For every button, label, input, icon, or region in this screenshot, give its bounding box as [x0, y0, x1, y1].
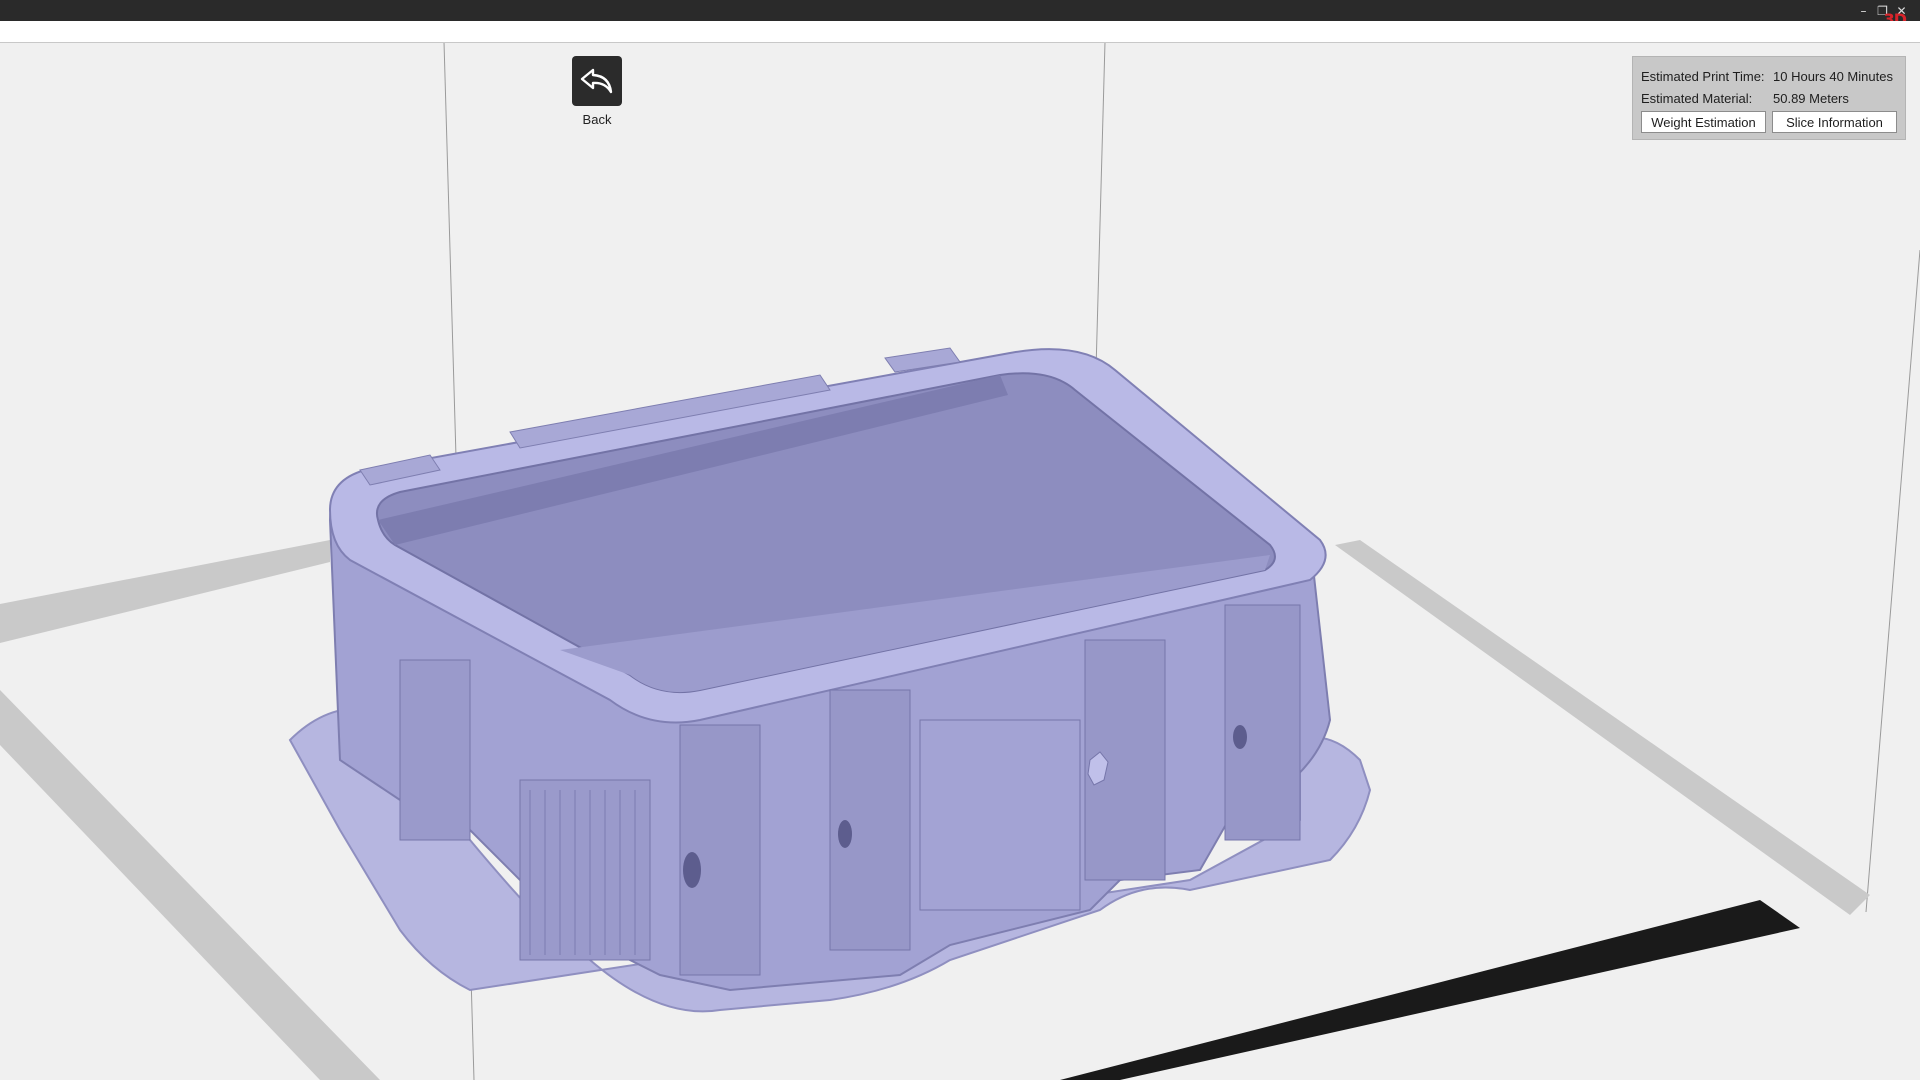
toolbar-strip: [0, 21, 1920, 43]
model-panel: [399, 659, 471, 841]
print-estimate-panel: Estimated Print Time: 10 Hours 40 Minute…: [1632, 56, 1906, 140]
model-hole: [838, 820, 852, 848]
bed-border-right: [1335, 540, 1870, 915]
3d-viewport[interactable]: [0, 0, 1920, 1080]
model-panel: [919, 719, 1081, 911]
model-hole: [683, 852, 701, 888]
model-rib: [679, 724, 761, 976]
slice-information-button[interactable]: Slice Information: [1772, 111, 1897, 133]
material-value: 50.89 Meters: [1773, 90, 1849, 106]
back-button[interactable]: [572, 56, 622, 106]
back-arrow-icon: [580, 68, 613, 94]
back-control: Back: [572, 56, 622, 127]
build-plate-scene: [0, 41, 1920, 1080]
weight-estimation-button[interactable]: Weight Estimation: [1641, 111, 1766, 133]
bed-border-back-left: [0, 540, 330, 643]
model-rib: [829, 689, 911, 951]
print-time-value: 10 Hours 40 Minutes: [1773, 68, 1893, 84]
model-vent: [519, 779, 651, 961]
estimate-buttons: Weight Estimation Slice Information: [1641, 111, 1897, 133]
model-hole: [1233, 725, 1247, 749]
print-time-row: Estimated Print Time: 10 Hours 40 Minute…: [1641, 65, 1897, 87]
model-rib: [1224, 604, 1301, 841]
bed-border-front: [1060, 900, 1800, 1080]
material-row: Estimated Material: 50.89 Meters: [1641, 87, 1897, 109]
minimize-button[interactable]: –: [1857, 5, 1870, 17]
material-label: Estimated Material:: [1641, 90, 1753, 106]
title-bar: – ❐ ✕: [0, 0, 1920, 21]
back-label: Back: [582, 112, 612, 127]
build-volume-edge-right: [1865, 249, 1920, 913]
build-volume-edge-back: [1095, 41, 1106, 371]
print-time-label: Estimated Print Time:: [1641, 68, 1765, 84]
